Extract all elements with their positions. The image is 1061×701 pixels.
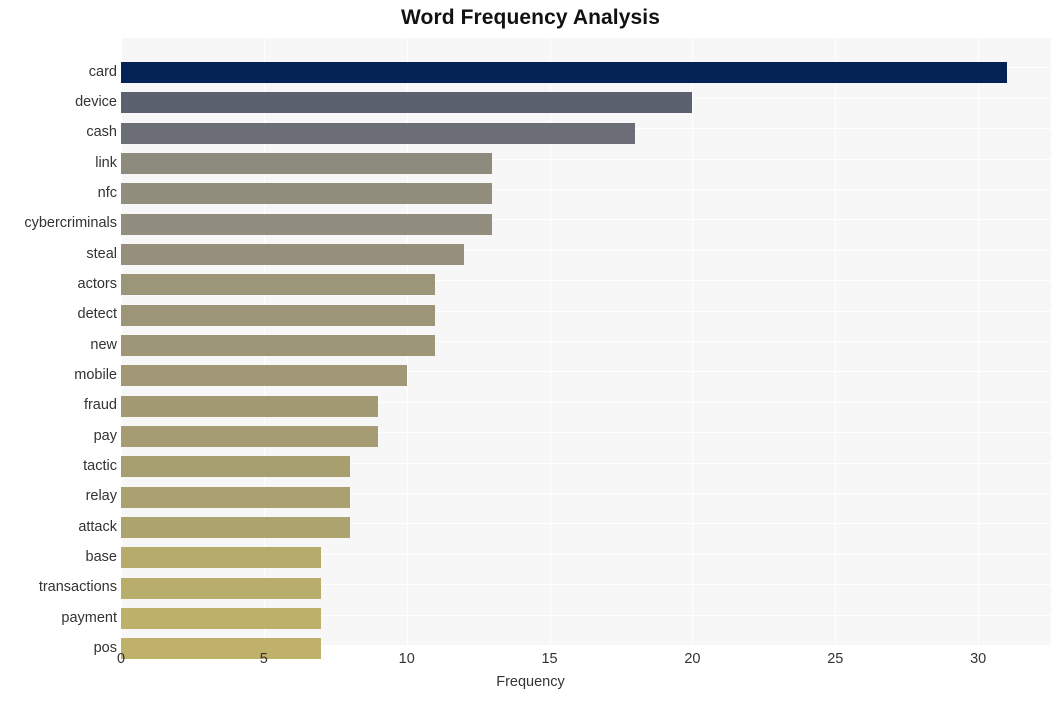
y-axis-label-cash: cash xyxy=(86,124,117,141)
bar-new[interactable] xyxy=(121,335,436,357)
y-axis-label-actors: actors xyxy=(77,275,118,292)
bar-tactic[interactable] xyxy=(121,456,350,478)
y-axis-label-pay: pay xyxy=(93,427,117,444)
bar-pos[interactable] xyxy=(121,638,321,660)
y-axis-category-labels: card device cash link nfc cybercriminals steal… xyxy=(0,37,118,656)
x-tick-0: 0 xyxy=(116,651,126,667)
y-axis-label-card: card xyxy=(88,63,117,80)
y-axis-label-nfc: nfc xyxy=(97,184,117,201)
x-tick-30: 30 xyxy=(970,651,987,667)
y-axis-label-base: base xyxy=(85,548,117,565)
bar-cybercriminals[interactable] xyxy=(121,213,493,235)
bar-base[interactable] xyxy=(121,547,321,569)
bar-transactions[interactable] xyxy=(121,577,321,599)
y-axis-label-pos: pos xyxy=(93,639,117,656)
bar-card[interactable] xyxy=(121,62,1007,83)
bar-pay[interactable] xyxy=(121,426,379,448)
bar-attack[interactable] xyxy=(121,517,350,539)
bar-actors[interactable] xyxy=(121,274,436,296)
y-gridline xyxy=(121,37,1051,38)
x-tick-10: 10 xyxy=(398,651,415,667)
x-tick-5: 5 xyxy=(259,651,268,667)
bar-link[interactable] xyxy=(121,153,493,175)
y-axis-label-attack: attack xyxy=(78,518,117,535)
bar-steal[interactable] xyxy=(121,244,464,266)
bar-nfc[interactable] xyxy=(121,183,493,205)
bar-fraud[interactable] xyxy=(121,395,379,417)
x-tick-15: 15 xyxy=(541,651,558,667)
bar-device[interactable] xyxy=(121,92,693,114)
word-frequency-bar-chart: Word Frequency Analysis card device cash li… xyxy=(0,0,1061,701)
bar-relay[interactable] xyxy=(121,486,350,508)
y-axis-label-steal: steal xyxy=(86,245,117,262)
y-axis-label-link: link xyxy=(95,154,117,171)
x-tick-25: 25 xyxy=(827,651,844,667)
y-axis-label-detect: detect xyxy=(77,306,118,323)
y-axis-label-relay: relay xyxy=(85,488,117,505)
chart-title: Word Frequency Analysis xyxy=(400,6,661,29)
y-axis-label-device: device xyxy=(75,93,117,110)
y-axis-label-new: new xyxy=(90,336,117,353)
y-axis-label-transactions: transactions xyxy=(38,579,117,596)
y-axis-label-fraud: fraud xyxy=(83,397,117,414)
y-axis-label-mobile: mobile xyxy=(74,366,117,383)
bar-payment[interactable] xyxy=(121,608,321,630)
y-axis-label-payment: payment xyxy=(61,609,117,626)
x-tick-20: 20 xyxy=(684,651,701,667)
x-axis-label: Frequency xyxy=(496,674,565,690)
y-axis-label-tactic: tactic xyxy=(83,457,117,474)
bar-detect[interactable] xyxy=(121,304,436,326)
y-axis-label-cybercriminals: cybercriminals xyxy=(24,215,117,232)
bar-cash[interactable] xyxy=(121,122,636,144)
plot-area xyxy=(121,37,1051,660)
bar-mobile[interactable] xyxy=(121,365,407,387)
